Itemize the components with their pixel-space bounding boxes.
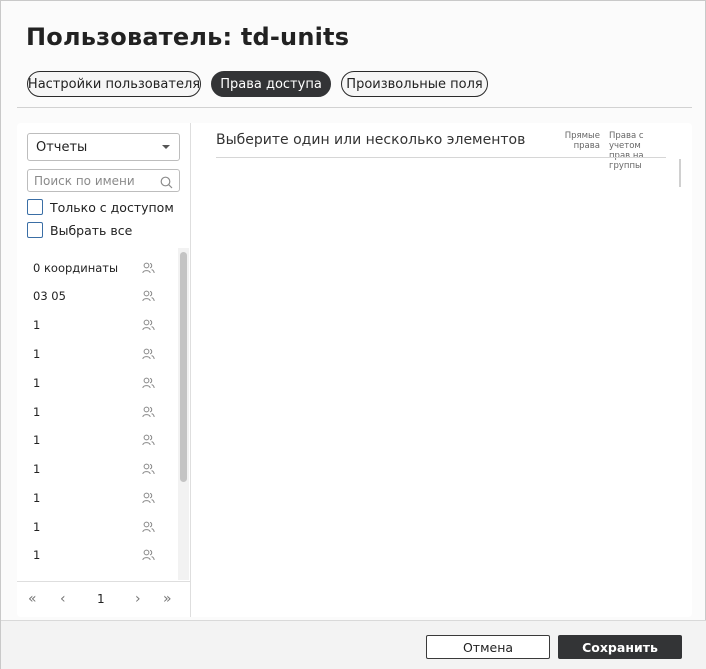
- column-header-line: Права с учетом: [609, 131, 644, 151]
- column-header-line: права: [573, 141, 600, 151]
- users-icon[interactable]: [142, 262, 155, 277]
- checkbox-box[interactable]: [27, 199, 43, 215]
- list-item[interactable]: 1: [17, 369, 175, 397]
- list-item[interactable]: 1: [17, 426, 175, 454]
- header-divider: [17, 107, 692, 108]
- list-item[interactable]: 0 координаты: [17, 254, 175, 282]
- select-all-label: Выбрать все: [50, 222, 133, 238]
- next-page-icon[interactable]: ›: [135, 592, 141, 606]
- rights-panel-title: Выберите один или несколько элементов: [216, 132, 526, 148]
- users-icon[interactable]: [142, 406, 155, 421]
- rights-scrollbar[interactable]: [679, 159, 681, 187]
- list-item-label: 1: [33, 433, 41, 447]
- checkbox-box[interactable]: [27, 222, 43, 238]
- users-icon[interactable]: [142, 463, 155, 478]
- users-icon[interactable]: [142, 348, 155, 363]
- column-header-group-rights: Права с учетом прав на группы: [609, 131, 669, 171]
- list-item-label: 1: [33, 318, 41, 332]
- users-icon[interactable]: [142, 521, 155, 536]
- dialog-title: Пользователь: td-units: [26, 23, 350, 51]
- list-item[interactable]: 1: [17, 513, 175, 541]
- list-item-label: 0 координаты: [33, 261, 119, 275]
- last-page-icon[interactable]: »: [163, 592, 172, 606]
- tab-user-settings[interactable]: Настройки пользователя: [27, 71, 201, 97]
- prev-page-icon[interactable]: ‹: [60, 592, 66, 606]
- first-page-icon[interactable]: «: [28, 592, 37, 606]
- list-item[interactable]: 1: [17, 541, 175, 569]
- page-number[interactable]: 1: [97, 592, 105, 606]
- object-type-value: Отчеты: [36, 139, 88, 155]
- users-icon[interactable]: [142, 319, 155, 334]
- access-panel: Отчеты Только с доступом Выбрать все 0 к…: [17, 123, 692, 617]
- list-scrollbar-thumb[interactable]: [180, 252, 187, 482]
- pagination: « ‹ 1 › »: [17, 581, 190, 617]
- tab-custom-fields[interactable]: Произвольные поля: [341, 71, 488, 97]
- list-item-label: 1: [33, 462, 41, 476]
- only-with-access-checkbox[interactable]: Только с доступом: [27, 199, 174, 215]
- rights-panel: Выберите один или несколько элементов Пр…: [192, 123, 692, 617]
- search-icon[interactable]: [160, 174, 173, 193]
- chevron-down-icon: [162, 145, 170, 149]
- list-item-label: 1: [33, 347, 41, 361]
- users-icon[interactable]: [142, 492, 155, 507]
- object-list-panel: Отчеты Только с доступом Выбрать все 0 к…: [17, 123, 191, 617]
- cancel-button[interactable]: Отмена: [426, 635, 550, 659]
- users-icon[interactable]: [142, 434, 155, 449]
- search-input[interactable]: [28, 170, 153, 192]
- list-item-label: 1: [33, 520, 41, 534]
- column-header-line: Прямые: [564, 131, 600, 141]
- users-icon[interactable]: [142, 549, 155, 564]
- only-with-access-label: Только с доступом: [50, 199, 174, 215]
- tab-access-rights[interactable]: Права доступа: [211, 71, 331, 97]
- users-icon[interactable]: [142, 377, 155, 392]
- users-icon[interactable]: [142, 290, 155, 305]
- save-button[interactable]: Сохранить: [558, 635, 682, 659]
- list-item[interactable]: 1: [17, 398, 175, 426]
- list-item-label: 1: [33, 491, 41, 505]
- dialog-footer: Отмена Сохранить: [1, 620, 706, 669]
- column-header-line: прав на группы: [609, 151, 644, 171]
- select-all-checkbox[interactable]: Выбрать все: [27, 222, 132, 238]
- list-item-label: 1: [33, 376, 41, 390]
- search-field: [27, 169, 180, 192]
- list-item[interactable]: 1: [17, 340, 175, 368]
- rights-header-divider: [216, 157, 666, 158]
- object-type-select[interactable]: Отчеты: [27, 133, 180, 161]
- list-item[interactable]: 1: [17, 455, 175, 483]
- tab-bar: Настройки пользователя Права доступа Про…: [27, 71, 488, 97]
- list-item-label: 1: [33, 548, 41, 562]
- column-header-direct-rights: Прямые права: [545, 131, 600, 151]
- list-item-label: 03 05: [33, 289, 66, 303]
- list-item[interactable]: 1: [17, 484, 175, 512]
- list-item-label: 1: [33, 405, 41, 419]
- object-list: 0 координаты 03 05 1 1 1 1 1 1 1 1 1: [17, 248, 177, 580]
- list-item[interactable]: 1: [17, 311, 175, 339]
- list-scrollbar[interactable]: [178, 248, 189, 580]
- list-item[interactable]: 03 05: [17, 282, 175, 310]
